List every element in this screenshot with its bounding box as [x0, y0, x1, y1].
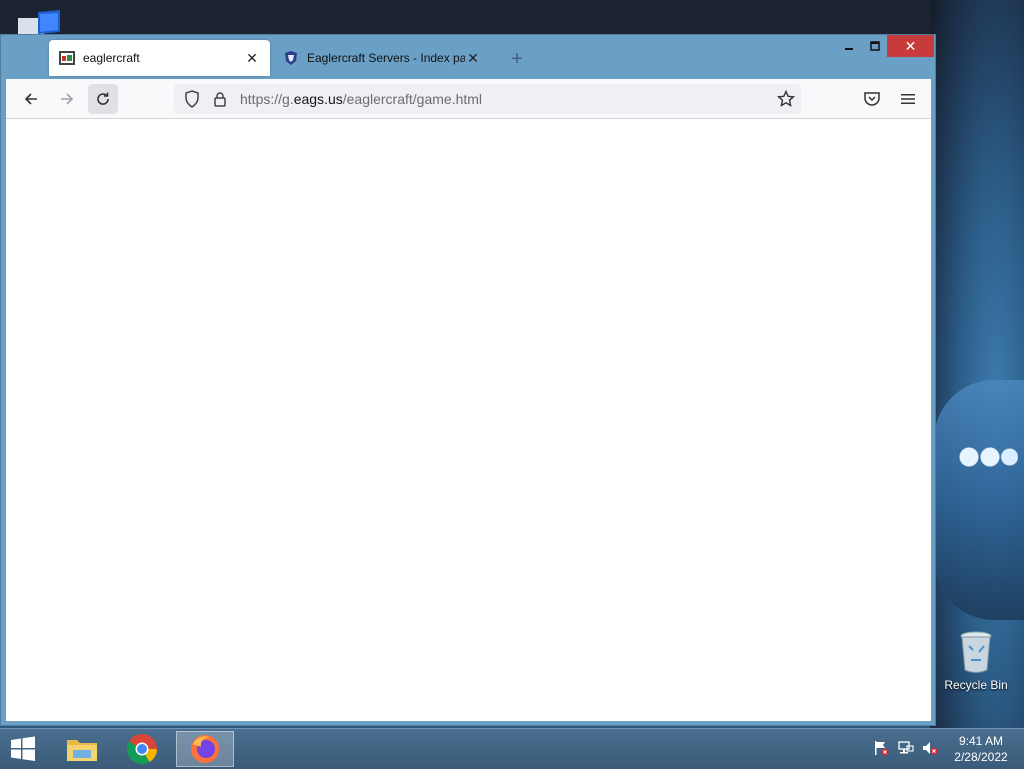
- tab-label: Eaglercraft Servers - Index page: [307, 51, 465, 65]
- system-clock[interactable]: 9:41 AM 2/28/2022: [946, 733, 1016, 765]
- url-path: /eaglercraft/game.html: [342, 91, 483, 107]
- shield-icon[interactable]: [182, 89, 202, 109]
- lock-icon[interactable]: [210, 89, 230, 109]
- chrome-icon[interactable]: [114, 731, 170, 767]
- maximize-icon[interactable]: [863, 35, 887, 57]
- wallpaper-headlights: [948, 440, 1018, 474]
- tab-close-icon[interactable]: ✕: [465, 50, 481, 66]
- url-text: https://g.eags.us/eaglercraft/game.html: [240, 91, 482, 107]
- navigation-toolbar: https://g.eags.us/eaglercraft/game.html: [6, 79, 931, 119]
- tab-strip: eaglercraft ✕ Eaglercraft Servers - Inde…: [1, 35, 935, 79]
- wallpaper-car-shape: [934, 380, 1024, 620]
- desktop-wallpaper: [930, 0, 1024, 728]
- tab-eaglercraft[interactable]: eaglercraft ✕: [49, 40, 270, 76]
- page-content-blank[interactable]: [6, 119, 931, 721]
- pocket-icon[interactable]: [860, 84, 884, 114]
- close-icon[interactable]: ✕: [887, 35, 934, 57]
- clock-time: 9:41 AM: [958, 734, 1004, 748]
- bookmark-star-icon[interactable]: [774, 84, 798, 114]
- hamburger-menu-icon[interactable]: [896, 84, 920, 114]
- eaglercraft-servers-favicon-icon: [283, 50, 299, 66]
- eaglercraft-favicon-icon: [59, 50, 75, 66]
- recycle-bin-icon: [959, 630, 993, 674]
- minimize-icon[interactable]: [837, 35, 861, 57]
- tab-label: eaglercraft: [83, 51, 140, 65]
- clock-date: 2/28/2022: [954, 750, 1008, 764]
- firefox-icon[interactable]: [176, 731, 234, 767]
- windows-start-icon[interactable]: [0, 731, 46, 767]
- back-arrow-icon[interactable]: [16, 84, 46, 114]
- tab-close-icon[interactable]: ✕: [244, 50, 260, 66]
- reload-icon[interactable]: [88, 84, 118, 114]
- desktop-computer-icon[interactable]: [16, 10, 60, 36]
- file-explorer-icon[interactable]: [54, 731, 110, 767]
- browser-window: eaglercraft ✕ Eaglercraft Servers - Inde…: [0, 34, 936, 726]
- forward-arrow-icon[interactable]: [52, 84, 82, 114]
- volume-muted-icon[interactable]: [921, 739, 939, 757]
- tab-eaglercraft-servers[interactable]: Eaglercraft Servers - Index page ✕: [273, 40, 491, 76]
- action-center-flag-icon[interactable]: [872, 739, 890, 757]
- recycle-bin-label: Recycle Bin: [944, 678, 1008, 692]
- network-icon[interactable]: [897, 739, 915, 757]
- recycle-bin[interactable]: Recycle Bin: [940, 630, 1012, 692]
- plus-icon[interactable]: +: [507, 49, 527, 69]
- taskbar: 9:41 AM 2/28/2022: [0, 728, 1024, 769]
- address-bar[interactable]: https://g.eags.us/eaglercraft/game.html: [174, 84, 801, 114]
- url-host: eags.us: [293, 91, 343, 107]
- url-prefix: https://g.: [240, 91, 294, 107]
